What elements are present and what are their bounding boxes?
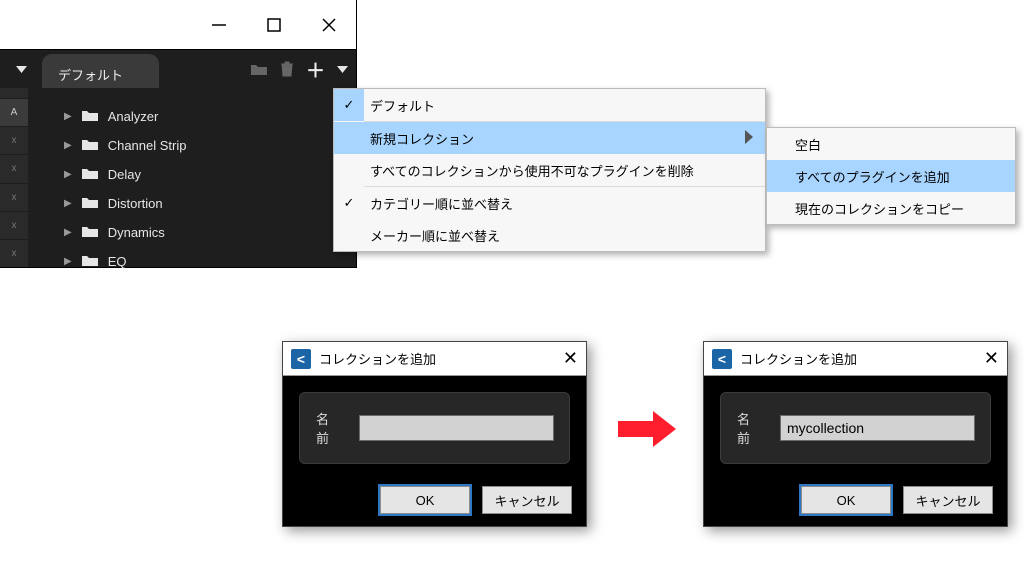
- flow-arrow-icon: [618, 409, 678, 449]
- tree-item[interactable]: ▶ Distortion: [28, 189, 356, 218]
- app-icon: <: [712, 349, 732, 369]
- ok-button[interactable]: OK: [801, 486, 891, 514]
- menu-item-label: カテゴリー順に並べ替え: [370, 194, 513, 213]
- collection-dropdown-small[interactable]: [0, 50, 42, 88]
- tree-item[interactable]: ▶ Channel Strip: [28, 131, 356, 160]
- add-collection-dialog-before: < コレクションを追加 ✕ 名前 OK キャンセル: [282, 341, 587, 527]
- tree-item[interactable]: ▶ Analyzer: [28, 102, 356, 131]
- expand-icon: ▶: [64, 140, 72, 151]
- folder-icon: [82, 109, 98, 124]
- dialog-titlebar: < コレクションを追加 ✕: [704, 342, 1007, 376]
- menu-item-sort-maker[interactable]: メーカー順に並べ替え: [334, 219, 765, 251]
- window-minimize-button[interactable]: [191, 0, 246, 50]
- menu-item-label: すべてのコレクションから使用不可なプラグインを削除: [370, 161, 694, 180]
- add-collection-dialog-after: < コレクションを追加 ✕ 名前 OK キャンセル: [703, 341, 1008, 527]
- tree-item-label: Distortion: [108, 196, 163, 211]
- collection-name-input[interactable]: [780, 415, 975, 441]
- window-close-button[interactable]: [301, 0, 356, 50]
- dialog-close-button[interactable]: ✕: [984, 348, 999, 369]
- plugin-manager-panel: デフォルト ＋ A x x x x x ▶ Analyzer: [0, 0, 357, 268]
- folder-icon: [82, 138, 98, 153]
- category-left-strip: A x x x x x: [0, 88, 28, 267]
- tree-item-label: EQ: [108, 254, 127, 269]
- menu-item-new-collection[interactable]: 新規コレクション: [334, 122, 765, 154]
- collection-tab-label: デフォルト: [58, 65, 123, 84]
- menu-item-label: メーカー順に並べ替え: [370, 226, 500, 245]
- submenu-item-label: 現在のコレクションをコピー: [795, 199, 964, 218]
- tree-item[interactable]: ▶ Delay: [28, 160, 356, 189]
- folder-icon: [82, 167, 98, 182]
- expand-icon: ▶: [64, 256, 72, 267]
- collection-context-menu: ✓ デフォルト 新規コレクション すべてのコレクションから使用不可なプラグインを…: [333, 88, 766, 252]
- dialog-title: コレクションを追加: [319, 349, 436, 368]
- folder-icon[interactable]: [250, 62, 268, 76]
- name-field-label: 名前: [737, 409, 750, 447]
- collection-toolbar: デフォルト ＋: [0, 50, 356, 88]
- cancel-button[interactable]: キャンセル: [482, 486, 572, 514]
- dialog-close-button[interactable]: ✕: [563, 348, 578, 369]
- trash-icon[interactable]: [280, 61, 294, 77]
- expand-icon: ▶: [64, 169, 72, 180]
- folder-icon: [82, 254, 98, 269]
- submenu-item-copy-current[interactable]: 現在のコレクションをコピー: [767, 192, 1015, 224]
- window-titlebar: [0, 0, 356, 50]
- tree-item-label: Dynamics: [108, 225, 165, 240]
- submenu-item-label: すべてのプラグインを追加: [795, 167, 950, 186]
- menu-item-default[interactable]: ✓ デフォルト: [334, 89, 765, 121]
- tree-item-label: Channel Strip: [108, 138, 187, 153]
- menu-item-label: 新規コレクション: [370, 129, 474, 148]
- menu-item-sort-category[interactable]: ✓ カテゴリー順に並べ替え: [334, 187, 765, 219]
- app-icon: <: [291, 349, 311, 369]
- collection-name-input[interactable]: [359, 415, 554, 441]
- expand-icon: ▶: [64, 198, 72, 209]
- submenu-item-blank[interactable]: 空白: [767, 128, 1015, 160]
- cancel-button[interactable]: キャンセル: [903, 486, 993, 514]
- folder-icon: [82, 196, 98, 211]
- add-collection-button[interactable]: ＋: [306, 56, 325, 83]
- dialog-title: コレクションを追加: [740, 349, 857, 368]
- tree-item-label: Analyzer: [108, 109, 159, 124]
- expand-icon: ▶: [64, 227, 72, 238]
- plugin-category-tree: ▶ Analyzer ▶ Channel Strip ▶ Delay ▶ Dis…: [28, 88, 356, 267]
- window-maximize-button[interactable]: [246, 0, 301, 50]
- submenu-item-label: 空白: [795, 135, 821, 154]
- tree-item-label: Delay: [108, 167, 141, 182]
- tree-item[interactable]: ▶ Dynamics: [28, 218, 356, 247]
- folder-icon: [82, 225, 98, 240]
- submenu-item-add-all-plugins[interactable]: すべてのプラグインを追加: [767, 160, 1015, 192]
- menu-item-remove-unavailable[interactable]: すべてのコレクションから使用不可なプラグインを削除: [334, 154, 765, 186]
- new-collection-submenu: 空白 すべてのプラグインを追加 現在のコレクションをコピー: [766, 127, 1016, 225]
- expand-icon: ▶: [64, 111, 72, 122]
- check-icon: ✓: [334, 187, 364, 219]
- ok-button[interactable]: OK: [380, 486, 470, 514]
- collection-tab-default[interactable]: デフォルト: [42, 54, 159, 88]
- submenu-arrow-icon: [745, 130, 753, 147]
- menu-item-label: デフォルト: [370, 96, 435, 115]
- name-field-label: 名前: [316, 409, 329, 447]
- collection-menu-button[interactable]: [337, 66, 348, 73]
- tree-item[interactable]: ▶ EQ: [28, 247, 356, 276]
- check-icon: ✓: [334, 89, 364, 121]
- dialog-titlebar: < コレクションを追加 ✕: [283, 342, 586, 376]
